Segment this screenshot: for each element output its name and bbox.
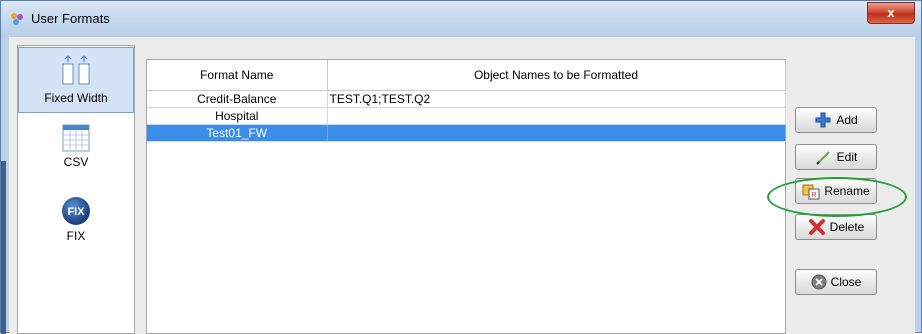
fixed-width-icon [62,55,90,85]
window-title: User Formats [31,11,110,26]
window-close-button[interactable]: x [867,2,915,24]
table-header-row: Format Name Object Names to be Formatted [147,60,786,91]
object-names-cell[interactable] [327,124,786,142]
pencil-icon [815,151,830,165]
svg-text:FIX: FIX [67,206,85,218]
format-type-list: Fixed Width CSV FIX FIX [17,45,135,334]
title-bar: User Formats x [1,1,921,37]
add-button[interactable]: Add [795,107,877,133]
edit-button[interactable]: Edit [795,144,877,170]
add-label: Add [836,113,858,127]
object-names-cell[interactable] [327,107,786,125]
csv-icon [62,124,90,152]
fix-icon: FIX [62,197,90,225]
format-label: FIX [66,229,86,243]
object-names-cell[interactable]: TEST.Q1;TEST.Q2 [327,90,786,108]
plus-icon [815,112,831,128]
close-label: Close [830,275,862,289]
delete-button[interactable]: Delete [795,214,877,240]
edit-highlight-annotation [767,177,907,217]
dialog-body: Fixed Width CSV FIX FIX Format Name Obje… [9,37,915,334]
column-header-object-names[interactable]: Object Names to be Formatted [327,60,786,91]
format-label: CSV [63,155,89,169]
format-name-cell[interactable]: Credit-Balance [147,90,328,108]
format-label: Fixed Width [44,91,108,105]
window-edge [1,161,6,334]
formats-table: Format Name Object Names to be Formatted… [146,59,786,334]
close-button[interactable]: Close [795,269,877,295]
format-name-cell[interactable]: Hospital [147,107,328,125]
table-row[interactable]: Hospital [147,107,786,125]
column-header-format-name[interactable]: Format Name [147,60,328,91]
delete-x-icon [808,219,825,235]
edit-label: Edit [836,150,858,164]
user-formats-dialog: User Formats x Fixed Width CSV FIX FIX F… [0,0,922,334]
format-item-fixed-width[interactable]: Fixed Width [18,47,134,113]
close-circle-icon [811,274,827,290]
delete-label: Delete [829,220,865,234]
app-icon [9,11,25,27]
format-name-cell[interactable]: Test01_FW [147,124,328,142]
table-row-selected[interactable]: Test01_FW [147,124,786,142]
format-item-fix[interactable]: FIX FIX [18,196,134,256]
format-item-csv[interactable]: CSV [18,124,134,184]
table-row[interactable]: Credit-Balance TEST.Q1;TEST.Q2 [147,90,786,108]
